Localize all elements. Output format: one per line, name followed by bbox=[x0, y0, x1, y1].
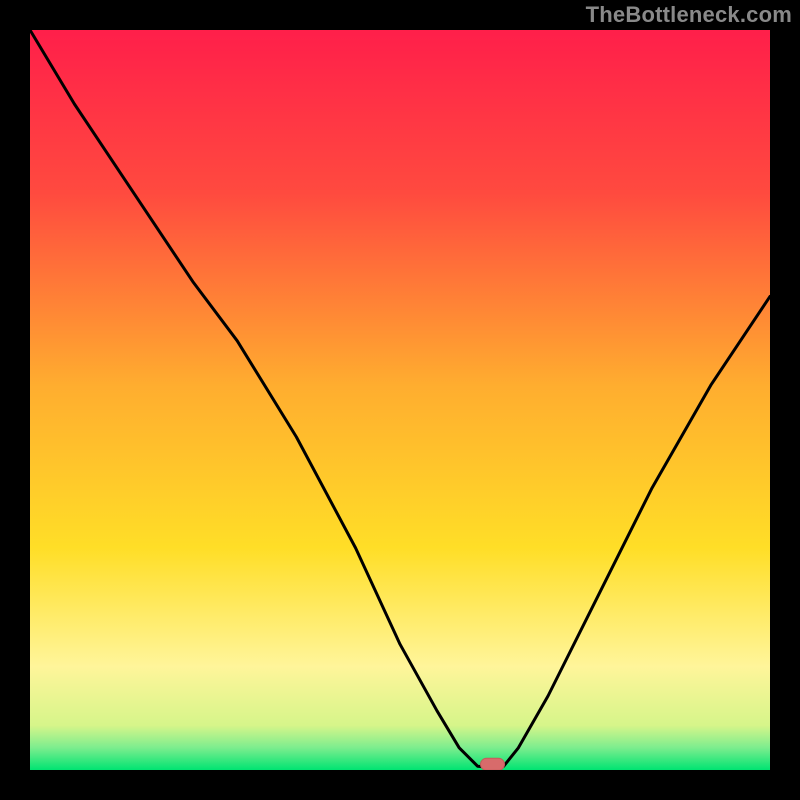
chart-frame: TheBottleneck.com bbox=[0, 0, 800, 800]
gradient-bg bbox=[30, 30, 770, 770]
chart-svg bbox=[30, 30, 770, 770]
optimum-marker bbox=[481, 758, 505, 770]
watermark-text: TheBottleneck.com bbox=[586, 2, 792, 28]
plot-area bbox=[30, 30, 770, 770]
